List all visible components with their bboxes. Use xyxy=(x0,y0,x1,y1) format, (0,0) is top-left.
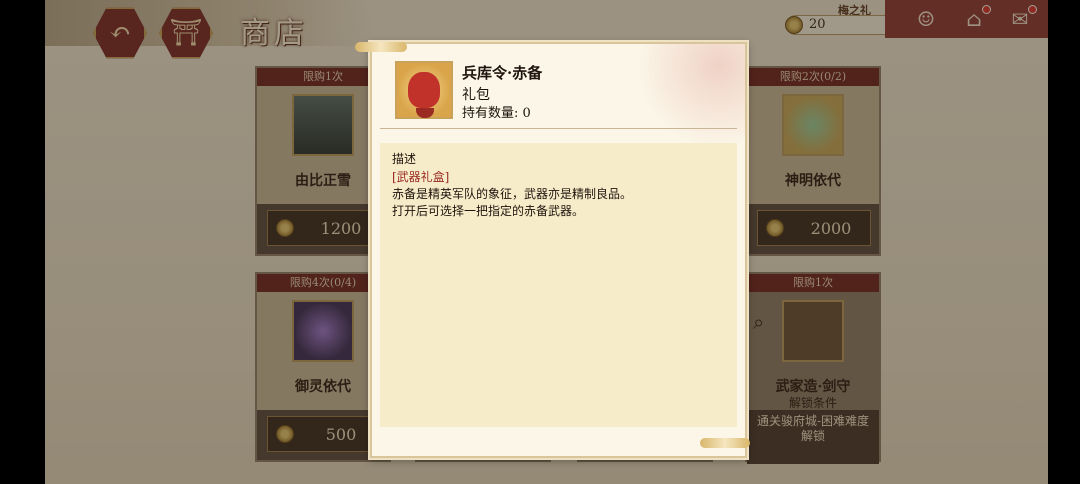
divider xyxy=(380,128,737,129)
description-line: 赤备是精英军队的象征，武器亦是精制良品。 xyxy=(392,187,633,201)
red-seal-icon xyxy=(408,72,440,118)
description-heading: 描述 xyxy=(392,152,417,166)
description-line: 打开后可选择一把指定的赤备武器。 xyxy=(392,204,585,218)
description-category: [武器礼盒] xyxy=(392,170,450,184)
description-panel[interactable]: 描述 [武器礼盒] 赤备是精英军队的象征，武器亦是精制良品。 打开后可选择一把指… xyxy=(380,143,737,427)
modal-item-type: 礼包 xyxy=(462,87,490,103)
item-detail-modal: 兵库令·赤备 礼包 持有数量: 0 描述 [武器礼盒] 赤备是精英军队的象征，武… xyxy=(370,42,747,458)
scroll-ornament-top xyxy=(355,42,407,52)
scroll-ornament-bottom xyxy=(700,438,750,448)
modal-item-name: 兵库令·赤备 xyxy=(462,64,543,82)
gift-pack-icon xyxy=(395,61,453,119)
modal-item-count: 持有数量: 0 xyxy=(462,106,531,121)
sakura-decoration xyxy=(615,44,745,154)
